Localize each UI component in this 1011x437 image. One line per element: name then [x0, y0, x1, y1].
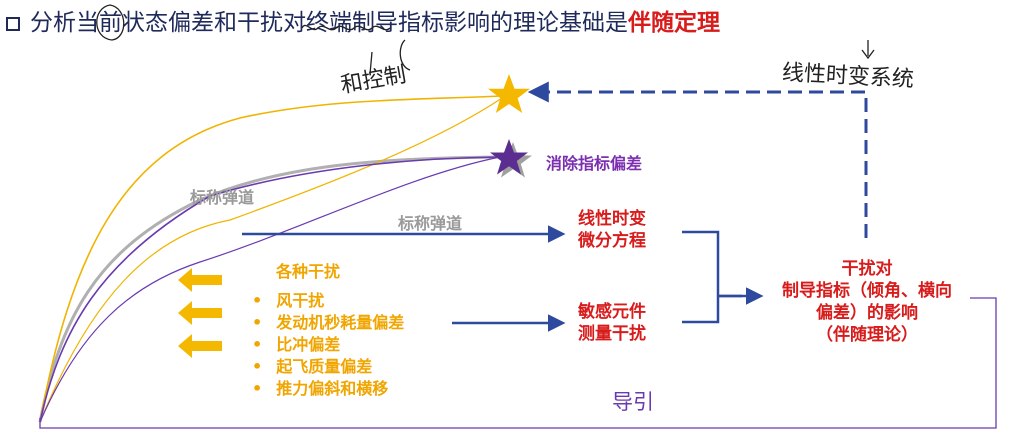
result-box: 干扰对 制导指标（倾角、横向 偏差）的影响 （伴随理论） [764, 258, 970, 346]
sensor-box-line-2: 测量干扰 [578, 324, 646, 344]
nominal-trajectory-label-1: 标称弹道 [190, 188, 255, 207]
disturbance-item: 发动机秒耗量偏差 [252, 312, 404, 334]
combine-bracket [682, 230, 742, 324]
result-box-line-2: 制导指标（倾角、横向 [782, 281, 952, 301]
disturbance-list: 风干扰 发动机秒耗量偏差 比冲偏差 起飞质量偏差 推力偏斜和横移 [252, 290, 404, 400]
guidance-label: 导引 [612, 390, 654, 414]
wavy-underline [301, 24, 391, 31]
disturbance-item: 起飞质量偏差 [252, 356, 404, 378]
target-label: 消除指标偏差 [546, 154, 643, 173]
circle-mark-1 [96, 4, 125, 41]
disturbance-title: 各种干扰 [276, 262, 341, 281]
result-box-line-3: 偏差）的影响 [816, 303, 918, 323]
disturbance-arrow-icons [178, 268, 222, 358]
result-box-line-4: （伴随理论） [816, 325, 918, 345]
disturbance-item: 比冲偏差 [252, 334, 404, 356]
sensor-box-line-1: 敏感元件 [578, 302, 646, 322]
down-arrow-mark [861, 40, 875, 60]
disturbance-arrow-icon-3 [178, 334, 222, 358]
disturbance-arrow-icon-2 [178, 301, 222, 325]
target-star-gold-icon [488, 74, 530, 113]
disturbance-item: 风干扰 [252, 290, 404, 312]
result-box-line-1: 干扰对 [841, 259, 893, 279]
disturbance-arrow-icon-1 [178, 268, 222, 292]
disturbance-item: 推力偏斜和横移 [252, 378, 404, 400]
handwritten-ltv-note: 线性时变系统 [781, 60, 915, 93]
handwritten-marks [96, 4, 875, 75]
sensor-box: 敏感元件 测量干扰 [578, 301, 646, 345]
nominal-trajectory-label-2: 标称弹道 [398, 214, 463, 233]
ltv-box-line-2: 微分方程 [578, 231, 646, 251]
ltv-box-line-1: 线性时变 [578, 209, 646, 229]
ltv-box: 线性时变 微分方程 [578, 208, 646, 252]
